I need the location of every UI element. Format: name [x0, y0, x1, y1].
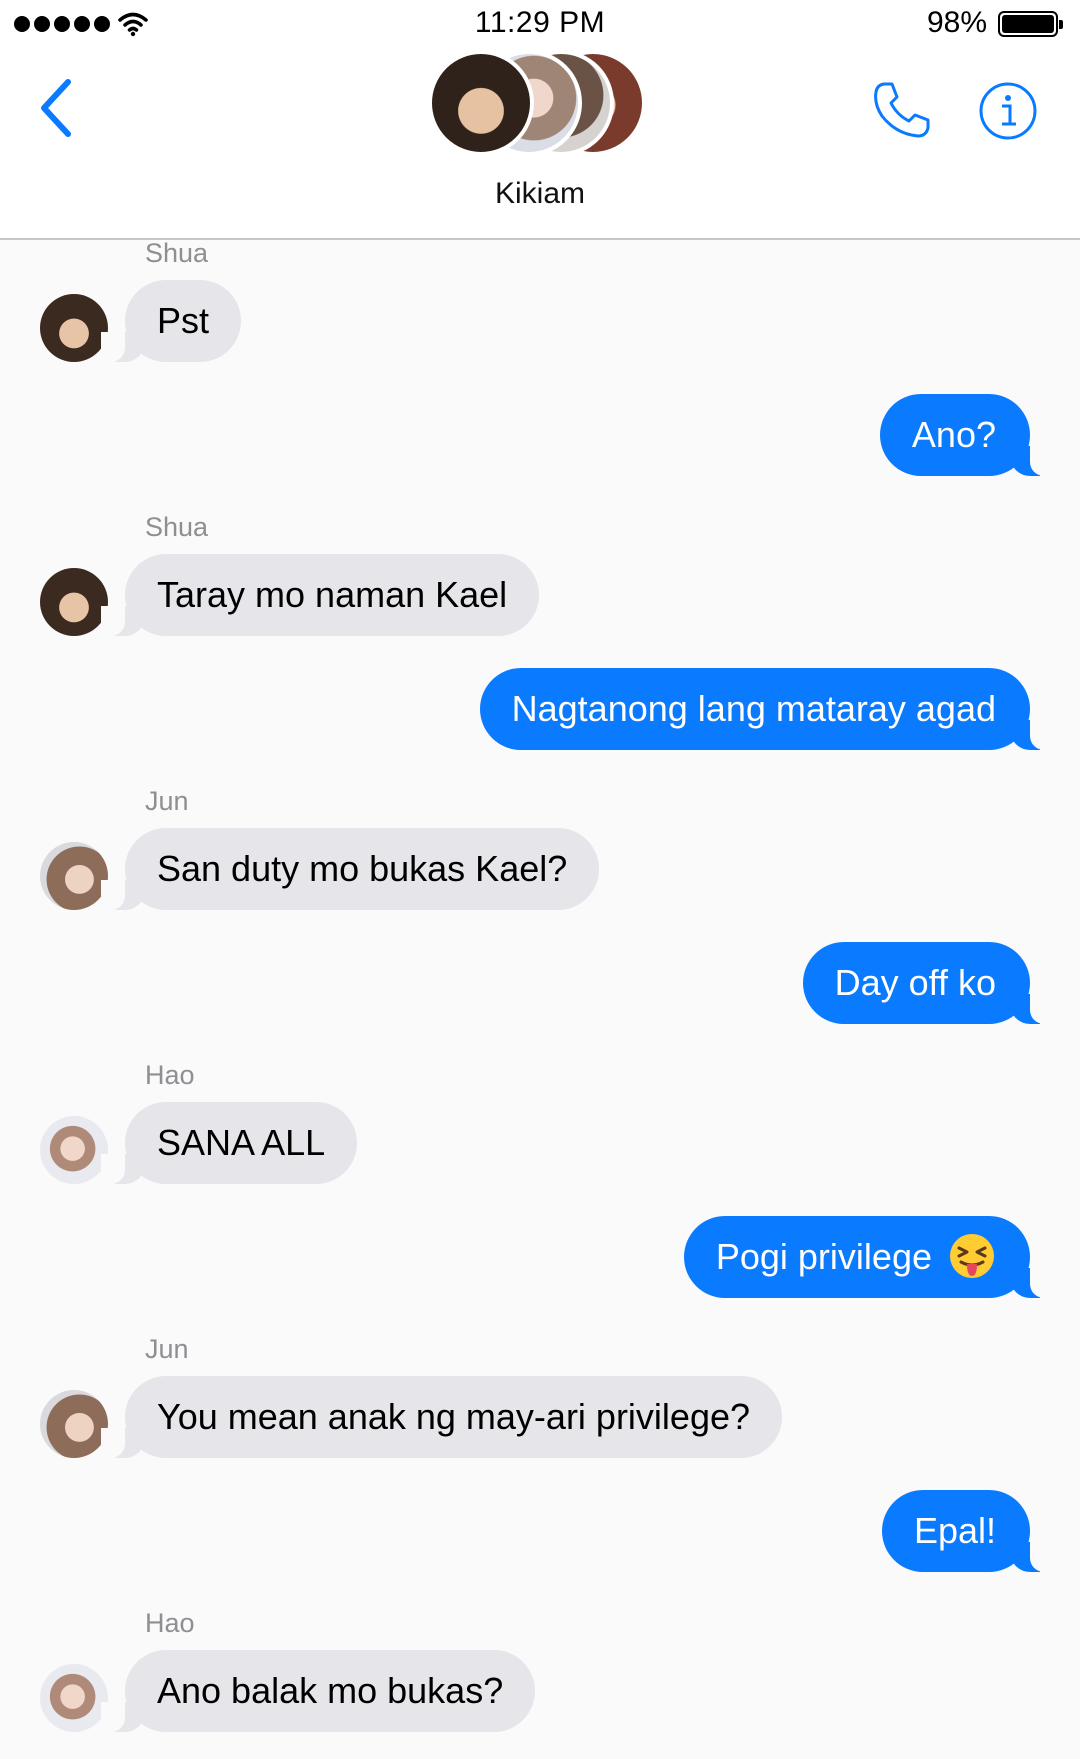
outgoing-message[interactable]: Nagtanong lang mataray agad: [479, 668, 1055, 750]
incoming-message[interactable]: Ano balak mo bukas?: [100, 1650, 536, 1732]
sender-name: Jun: [145, 1334, 189, 1364]
sender-name: Shua: [145, 512, 209, 542]
status-time: 11:29 PM: [474, 6, 606, 39]
phone-icon: [874, 82, 930, 138]
group-name[interactable]: Kikiam: [0, 177, 1080, 211]
chevron-left-icon: [41, 79, 71, 137]
incoming-message[interactable]: Pst: [100, 280, 242, 362]
sender-name: Shua: [145, 242, 209, 268]
outgoing-message[interactable]: Ano?: [879, 394, 1055, 476]
sender-name: Hao: [145, 1060, 195, 1090]
message-list[interactable]: Shua Pst Ano? Shua Taray mo naman Kael N…: [0, 242, 1080, 1759]
battery-percentage: 98%: [926, 6, 987, 39]
sender-avatar[interactable]: [40, 568, 108, 636]
sender-avatar[interactable]: [40, 1390, 108, 1458]
info-icon: [979, 82, 1037, 140]
sender-avatar[interactable]: [40, 1116, 108, 1184]
phone-button[interactable]: [870, 78, 934, 142]
sender-avatar[interactable]: [40, 842, 108, 910]
incoming-message[interactable]: SANA ALL: [100, 1102, 358, 1184]
group-avatar-stack[interactable]: [428, 50, 668, 160]
incoming-message[interactable]: Taray mo naman Kael: [100, 554, 540, 636]
status-bar: 11:29 PM 98%: [0, 0, 1080, 50]
incoming-message[interactable]: San duty mo bukas Kael?: [100, 828, 600, 910]
squinting-face-with-tongue-icon: [950, 1234, 994, 1279]
info-button[interactable]: [978, 81, 1038, 141]
back-button[interactable]: [34, 76, 78, 140]
outgoing-message[interactable]: Day off ko: [802, 942, 1055, 1024]
sender-avatar[interactable]: [40, 294, 108, 362]
member-avatar: [428, 50, 534, 156]
conversation-header: Kikiam: [0, 50, 1080, 240]
sender-name: Jun: [145, 786, 189, 816]
outgoing-message[interactable]: Pogi privilege: [683, 1216, 1055, 1298]
outgoing-message[interactable]: Epal!: [881, 1490, 1055, 1572]
sender-name: Hao: [145, 1608, 195, 1638]
incoming-message[interactable]: You mean anak ng may-ari privilege?: [100, 1376, 783, 1458]
sender-avatar[interactable]: [40, 1664, 108, 1732]
battery-icon: [998, 11, 1063, 37]
